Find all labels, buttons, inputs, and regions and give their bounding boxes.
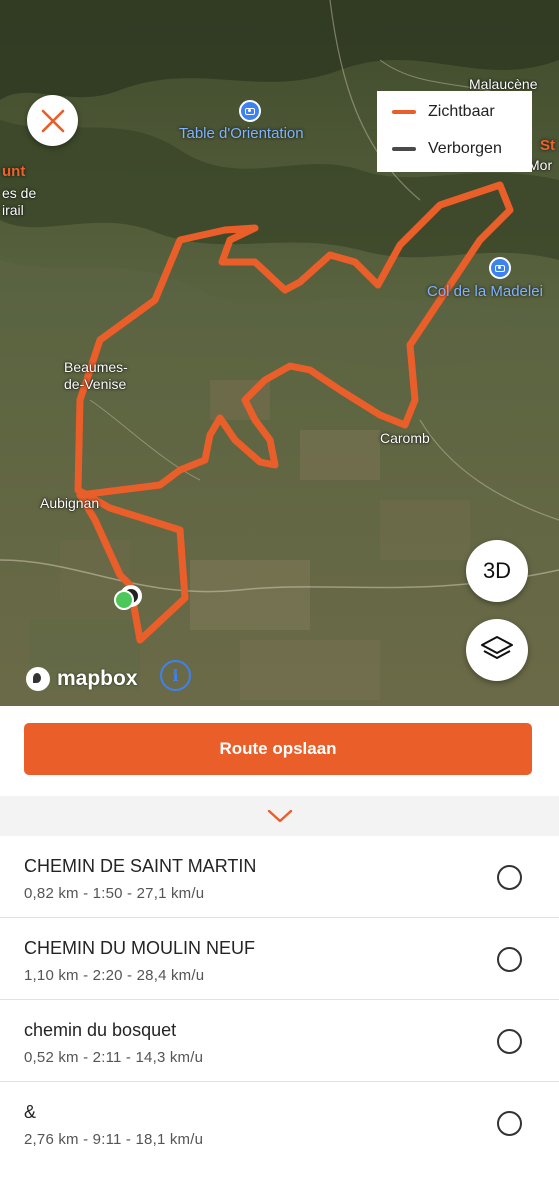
mapbox-wordmark: mapbox <box>57 667 138 690</box>
info-icon: i <box>172 666 179 685</box>
segment-stats: 2,76 km - 9:11 - 18,1 km/u <box>24 1131 204 1148</box>
segment-list: CHEMIN DE SAINT MARTIN 0,82 km - 1:50 - … <box>0 836 559 1164</box>
camera-poi-icon[interactable] <box>239 100 261 122</box>
segment-radio-button[interactable] <box>497 947 522 972</box>
mapbox-logo: mapbox <box>26 667 138 691</box>
legend-swatch-orange <box>392 110 416 114</box>
segment-stats: 0,82 km - 1:50 - 27,1 km/u <box>24 885 205 902</box>
mapbox-mark-icon <box>26 667 50 691</box>
legend-label: Zichtbaar <box>428 103 495 120</box>
segment-name: CHEMIN DE SAINT MARTIN <box>24 856 257 876</box>
place-label-caromb: Caromb <box>380 430 430 446</box>
place-label-left-edge: es de irail <box>2 185 37 218</box>
toggle-3d-label: 3D <box>482 558 512 583</box>
place-label-beaumes-de-venise: Beaumes- de-Venise <box>64 359 128 392</box>
segment-stats: 1,10 km - 2:20 - 28,4 km/u <box>24 967 205 984</box>
collapse-panel-bar[interactable] <box>0 796 559 836</box>
segment-name: chemin du bosquet <box>24 1020 177 1040</box>
legend-item-visible: Zichtbaar <box>392 98 517 126</box>
route-screen: Malaucène es de irail Mor Beaumes- de-Ve… <box>0 0 559 1200</box>
route-legend: Zichtbaar Verborgen <box>377 91 532 172</box>
list-item[interactable]: chemin du bosquet 0,52 km - 2:11 - 14,3 … <box>0 1000 559 1082</box>
segment-radio-button[interactable] <box>497 865 522 890</box>
list-item[interactable]: CHEMIN DU MOULIN NEUF 1,10 km - 2:20 - 2… <box>0 918 559 1000</box>
chevron-down-icon <box>267 809 292 823</box>
satellite-map[interactable]: Malaucène es de irail Mor Beaumes- de-Ve… <box>0 0 559 706</box>
legend-label: Verborgen <box>428 140 502 157</box>
segment-stats: 0,52 km - 2:11 - 14,3 km/u <box>24 1049 204 1066</box>
segment-radio-button[interactable] <box>497 1029 522 1054</box>
segment-name: & <box>24 1102 37 1122</box>
list-item[interactable]: & 2,76 km - 9:11 - 18,1 km/u <box>0 1082 559 1164</box>
map-orange-label-right: St <box>540 137 555 154</box>
close-button[interactable] <box>27 95 78 146</box>
place-label-aubignan: Aubignan <box>40 495 100 511</box>
segment-radio-button[interactable] <box>497 1111 522 1136</box>
save-route-button[interactable]: Route opslaan <box>24 723 532 775</box>
poi-label-col-de-la-madeleine: Col de la Madelei <box>427 283 543 300</box>
map-layers-button[interactable] <box>466 619 528 681</box>
close-icon <box>41 109 64 132</box>
layers-icon <box>481 636 513 659</box>
attribution-info-button[interactable]: i <box>160 660 191 691</box>
legend-item-hidden: Verborgen <box>392 135 517 163</box>
toggle-3d-button[interactable]: 3D <box>466 540 528 602</box>
poi-label-table-orientation: Table d'Orientation <box>179 125 304 142</box>
legend-swatch-gray <box>392 147 416 151</box>
camera-poi-icon[interactable] <box>489 257 511 279</box>
map-orange-label-left: unt <box>2 163 26 180</box>
segment-name: CHEMIN DU MOULIN NEUF <box>24 938 256 958</box>
list-item[interactable]: CHEMIN DE SAINT MARTIN 0,82 km - 1:50 - … <box>0 836 559 918</box>
